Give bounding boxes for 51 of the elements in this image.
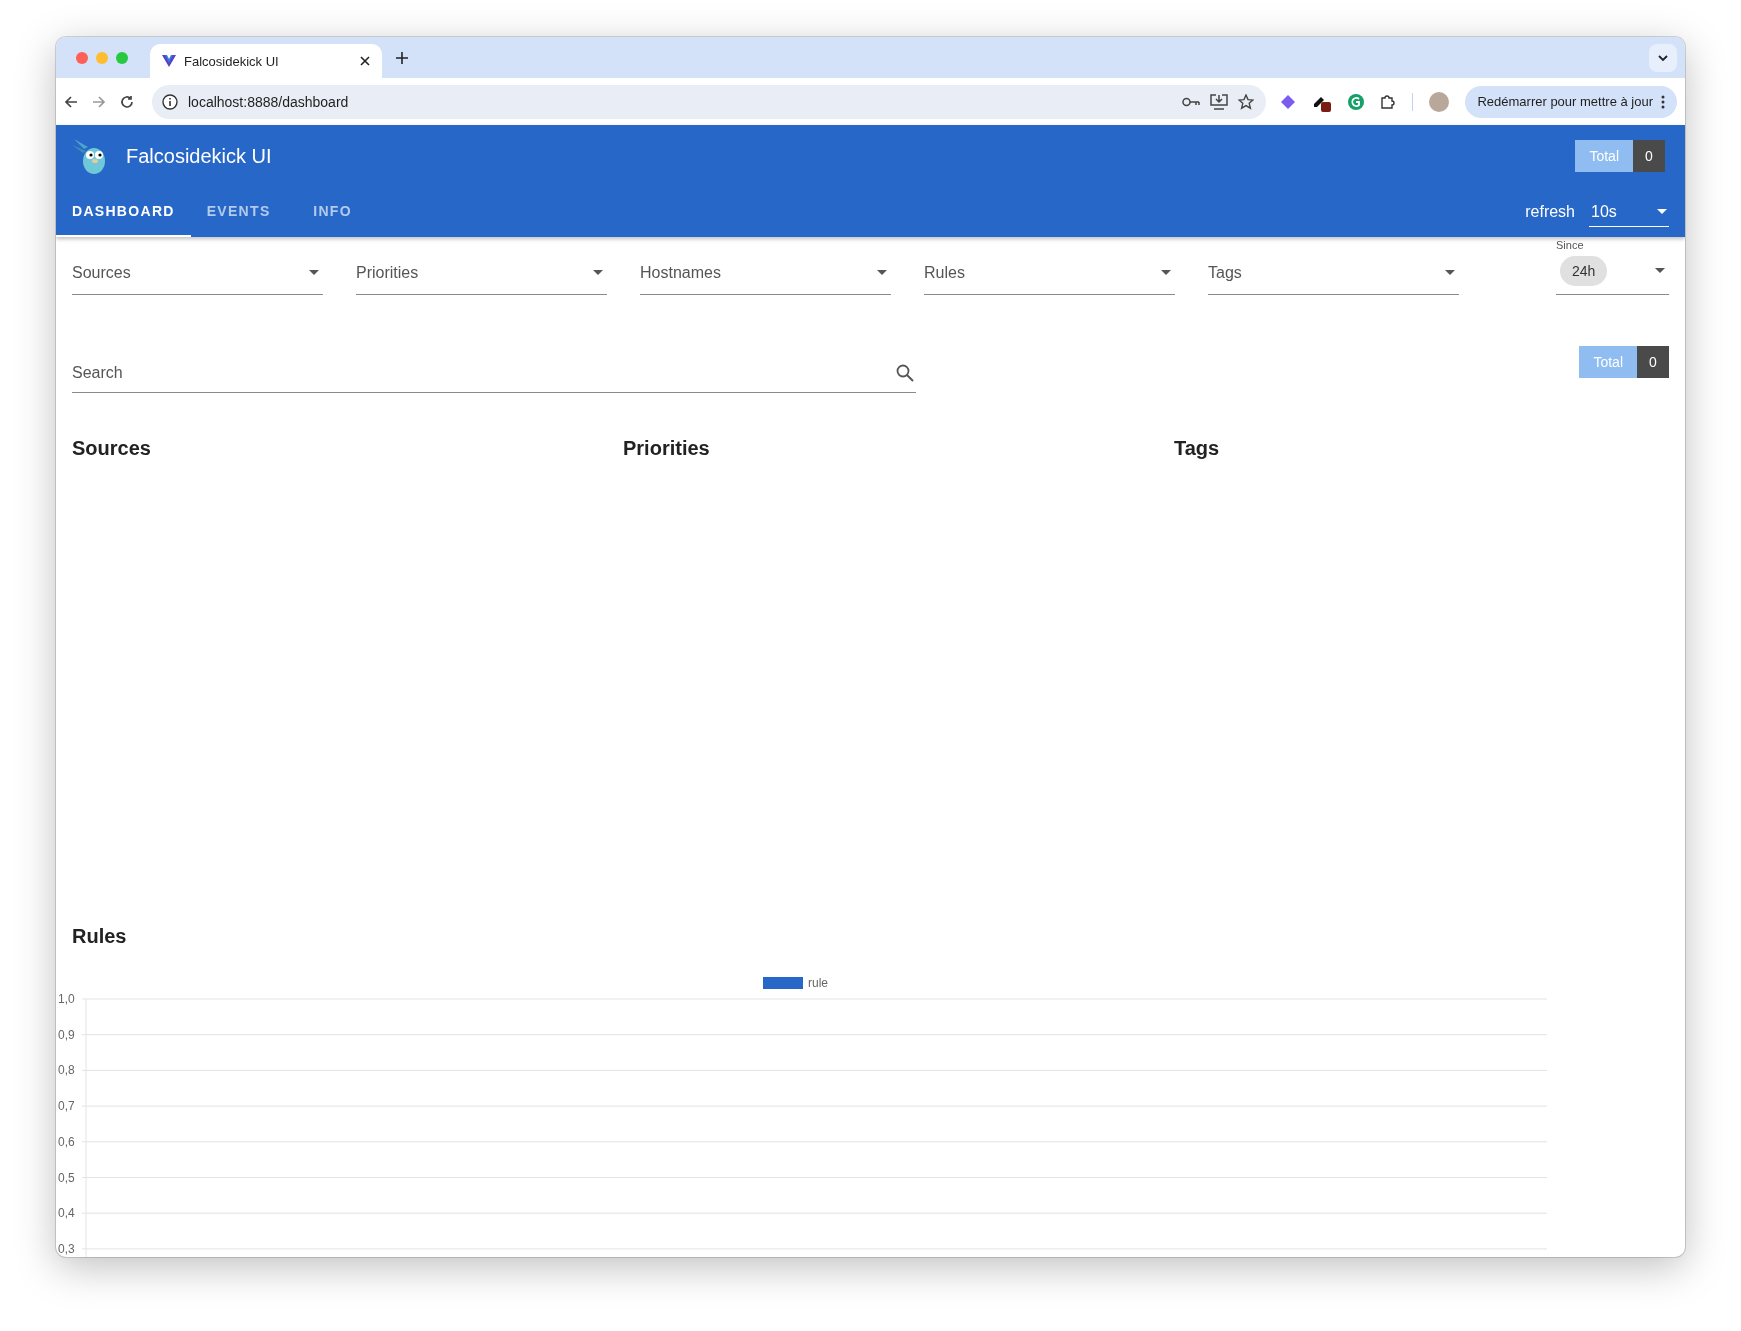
search-icon[interactable] xyxy=(896,364,914,382)
axis-tick-label: 0,5 xyxy=(58,1170,75,1185)
axis-tick-label: 0,7 xyxy=(58,1099,75,1114)
chevron-down-icon xyxy=(1658,54,1668,61)
since-select[interactable]: Since 24h xyxy=(1556,239,1669,295)
forward-arrow-icon[interactable] xyxy=(92,94,106,109)
restart-button[interactable]: Redémarrer pour mettre à jour xyxy=(1465,85,1677,118)
axis-tick-label: 1,0 xyxy=(58,992,75,1006)
axis-tick-label: 0,8 xyxy=(58,1063,75,1078)
back-arrow-icon[interactable] xyxy=(64,94,78,109)
browser-tab[interactable]: Falcosidekick UI xyxy=(150,44,382,78)
close-icon[interactable] xyxy=(360,56,370,66)
caret-icon xyxy=(1657,209,1667,214)
caret-icon xyxy=(1655,268,1665,273)
caret-icon xyxy=(309,270,319,275)
filter-select[interactable]: Hostnames xyxy=(640,251,891,295)
section-title: Sources xyxy=(72,437,152,460)
caret-icon xyxy=(593,270,603,275)
more-vert-icon xyxy=(1661,94,1665,109)
reload-icon[interactable] xyxy=(120,94,134,109)
section-title: Priorities xyxy=(623,437,711,460)
legend-label: rule xyxy=(808,976,829,990)
tab-list-button[interactable] xyxy=(1649,43,1677,72)
section-title: Tags xyxy=(1174,437,1221,460)
axis-tick-label: 0,4 xyxy=(58,1206,75,1221)
key-icon[interactable] xyxy=(1182,96,1201,107)
caret-icon xyxy=(1445,270,1455,275)
install-app-icon[interactable] xyxy=(1210,93,1229,110)
search-field[interactable]: Search xyxy=(72,353,916,393)
refresh-label: refresh xyxy=(1525,203,1575,221)
star-icon[interactable] xyxy=(1238,93,1255,110)
filter-select[interactable]: Sources xyxy=(72,251,323,295)
v-logo-icon xyxy=(162,55,176,67)
filter-select[interactable]: Priorities xyxy=(356,251,607,295)
puzzle-extensions-icon[interactable] xyxy=(1380,93,1397,110)
axis-tick-label: 0,3 xyxy=(58,1241,75,1256)
section-title: Rules xyxy=(72,925,128,948)
nav-tab[interactable]: DASHBOARD xyxy=(56,187,191,237)
refresh-select[interactable]: 10s xyxy=(1589,197,1669,227)
caret-icon xyxy=(1161,270,1171,275)
caret-icon xyxy=(877,270,887,275)
filter-select[interactable]: Tags xyxy=(1208,251,1459,295)
axis-tick-label: 0,9 xyxy=(58,1027,75,1042)
app-title: Falcosidekick UI xyxy=(126,144,273,168)
grammar-extension-icon[interactable] xyxy=(1348,93,1365,110)
new-tab-icon[interactable] xyxy=(396,51,408,64)
info-icon[interactable] xyxy=(162,93,178,110)
address-bar[interactable]: localhost:8888/dashboard xyxy=(152,84,1267,119)
axis-tick-label: 0,6 xyxy=(58,1134,75,1149)
diamond-extension-icon[interactable] xyxy=(1280,93,1297,110)
filter-select[interactable]: Rules xyxy=(924,251,1175,295)
